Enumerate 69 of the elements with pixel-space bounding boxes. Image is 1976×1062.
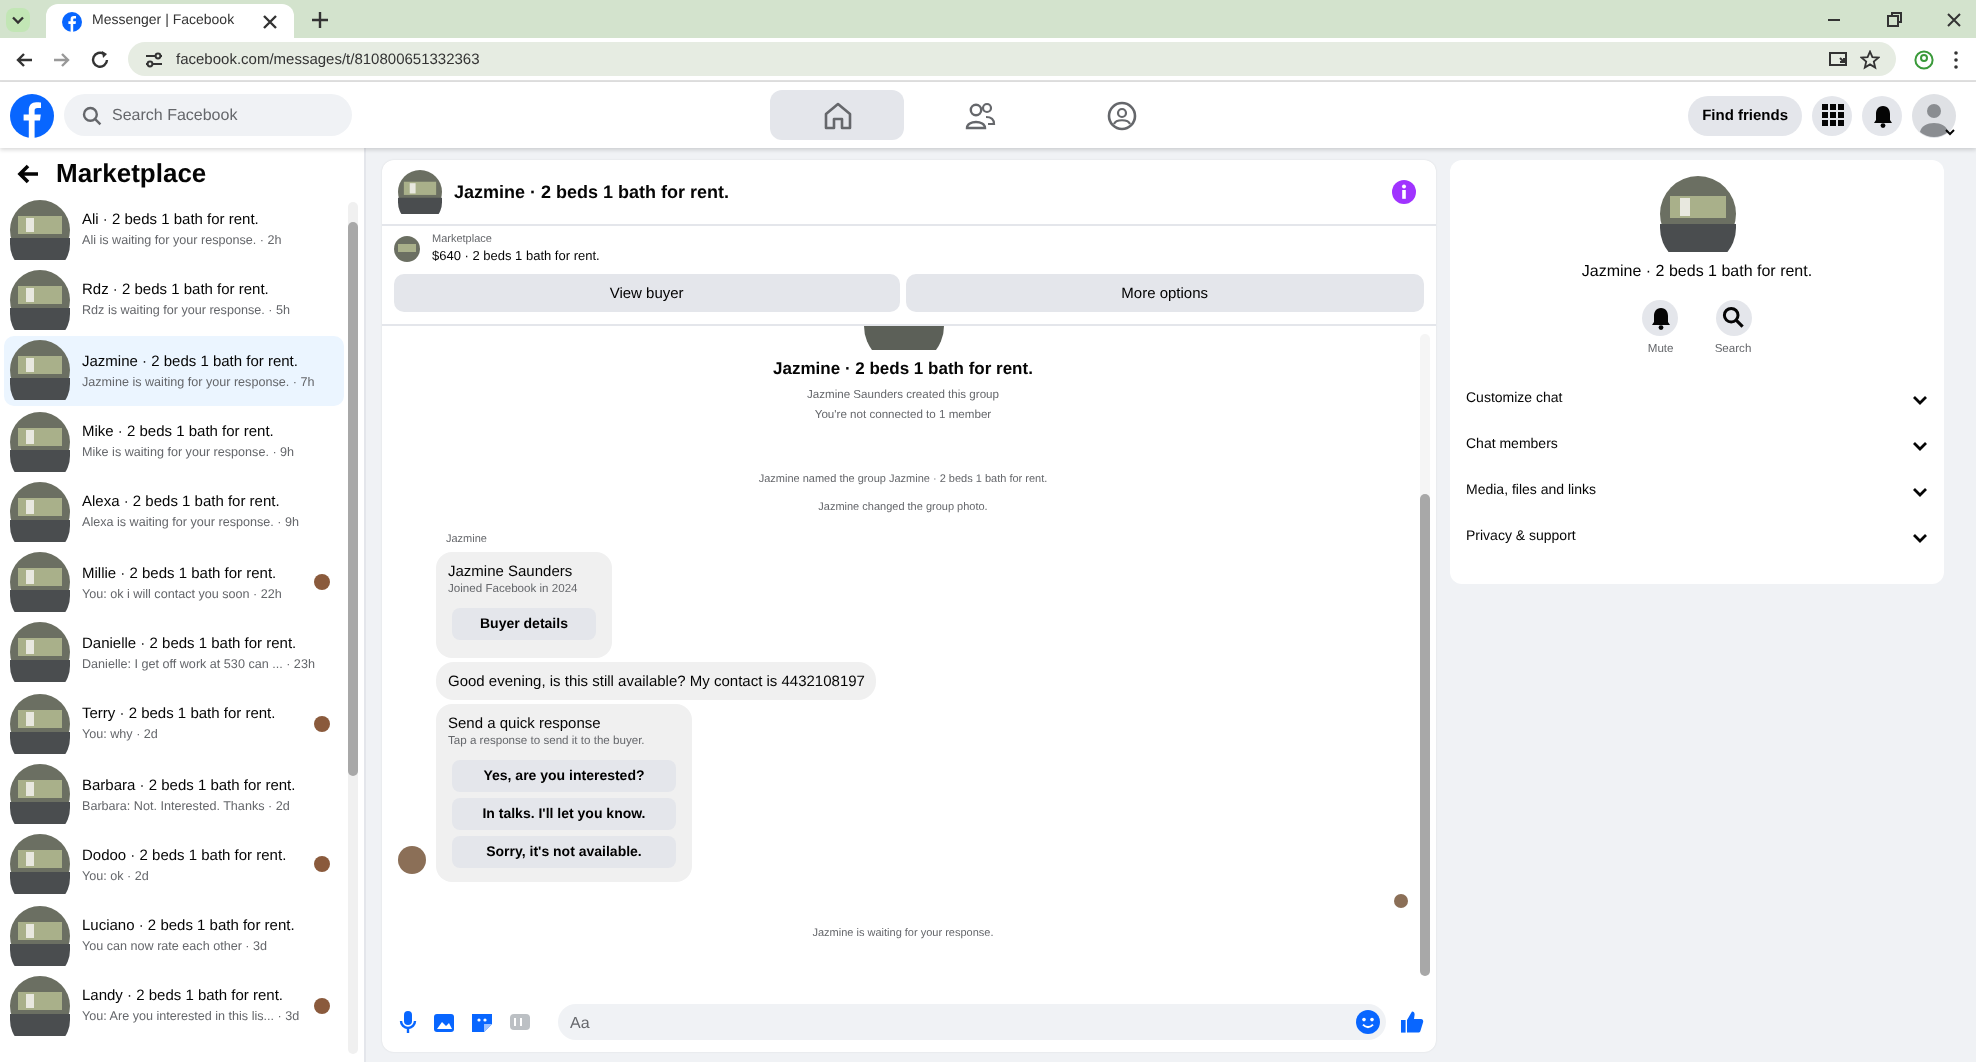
seen-avatar bbox=[314, 856, 330, 873]
site-settings-icon[interactable] bbox=[144, 49, 164, 69]
profile-icon[interactable] bbox=[1914, 49, 1934, 69]
search-button[interactable] bbox=[1715, 300, 1751, 336]
listing-photo bbox=[10, 552, 70, 613]
chat-title: Jazmine · 2 beds 1 bath for rent. bbox=[1581, 262, 1813, 280]
listing-photo bbox=[10, 905, 70, 966]
install-app-icon[interactable] bbox=[1828, 49, 1848, 69]
group-title: Jazmine · 2 beds 1 bath for rent. bbox=[773, 358, 1033, 378]
menu-button[interactable] bbox=[1812, 95, 1852, 135]
scrollbar[interactable] bbox=[1420, 334, 1430, 976]
sender-avatar bbox=[398, 846, 426, 874]
listing-photo bbox=[398, 170, 442, 214]
listing-photo bbox=[10, 340, 70, 401]
search-icon bbox=[1722, 306, 1744, 330]
chevron-icon bbox=[1912, 393, 1928, 405]
chevron-icon bbox=[1912, 439, 1928, 451]
search-field[interactable]: Search Facebook bbox=[64, 94, 352, 136]
account-avatar-icon[interactable] bbox=[1912, 93, 1956, 137]
emoji-icon[interactable] bbox=[1356, 1010, 1380, 1034]
listing-photo bbox=[10, 693, 70, 754]
mute-button[interactable] bbox=[1642, 300, 1679, 336]
back-arrow-icon[interactable] bbox=[16, 161, 40, 185]
chevron-icon bbox=[1912, 485, 1928, 497]
read-receipt-avatar bbox=[1394, 894, 1408, 908]
scrollbar[interactable] bbox=[348, 202, 358, 1054]
sidebar-title: Marketplace bbox=[56, 158, 207, 188]
photo-icon[interactable] bbox=[432, 1010, 456, 1034]
bell-icon bbox=[1871, 103, 1893, 127]
bookmark-star-icon[interactable] bbox=[1860, 49, 1880, 69]
microphone-icon[interactable] bbox=[398, 1010, 418, 1034]
seen-avatar bbox=[314, 574, 330, 591]
listing-photo bbox=[394, 236, 420, 262]
listing-photo bbox=[10, 199, 70, 260]
nav-tab[interactable] bbox=[770, 90, 904, 140]
listing-photo bbox=[10, 481, 70, 542]
forward-icon[interactable] bbox=[52, 49, 72, 69]
listing-photo bbox=[10, 975, 70, 1036]
group-icon bbox=[1103, 97, 1139, 133]
restore-icon[interactable] bbox=[1884, 9, 1904, 29]
notifications-button[interactable] bbox=[1862, 95, 1902, 135]
grid-menu-icon bbox=[1821, 104, 1843, 126]
new-tab-icon[interactable] bbox=[310, 9, 330, 29]
seen-avatar bbox=[314, 997, 330, 1014]
seen-avatar bbox=[314, 715, 330, 732]
bell-icon bbox=[1649, 306, 1672, 330]
tab-list-icon[interactable] bbox=[6, 7, 30, 31]
reload-icon[interactable] bbox=[90, 49, 110, 69]
back-icon[interactable] bbox=[14, 49, 34, 69]
friends-icon bbox=[961, 97, 997, 133]
close-icon[interactable] bbox=[262, 13, 278, 29]
close-icon[interactable] bbox=[1944, 9, 1964, 29]
chevron-icon bbox=[1912, 531, 1928, 543]
message-input[interactable]: Aa bbox=[558, 1004, 1386, 1040]
menu-icon[interactable] bbox=[1952, 49, 1960, 69]
facebook-logo-icon[interactable] bbox=[10, 93, 54, 137]
info-icon[interactable] bbox=[1392, 180, 1416, 204]
listing-photo bbox=[1659, 176, 1735, 252]
chat-title: Jazmine · 2 beds 1 bath for rent. bbox=[454, 182, 730, 202]
search-icon bbox=[82, 105, 102, 125]
facebook-logo-icon bbox=[62, 11, 82, 31]
home-icon bbox=[819, 97, 855, 133]
sticker-icon[interactable] bbox=[470, 1010, 494, 1034]
listing-photo bbox=[10, 834, 70, 895]
like-icon[interactable] bbox=[1400, 1010, 1424, 1034]
listing-photo bbox=[10, 411, 70, 472]
listing-photo bbox=[10, 622, 70, 683]
group-photo bbox=[863, 326, 943, 350]
listing-photo bbox=[10, 764, 70, 825]
